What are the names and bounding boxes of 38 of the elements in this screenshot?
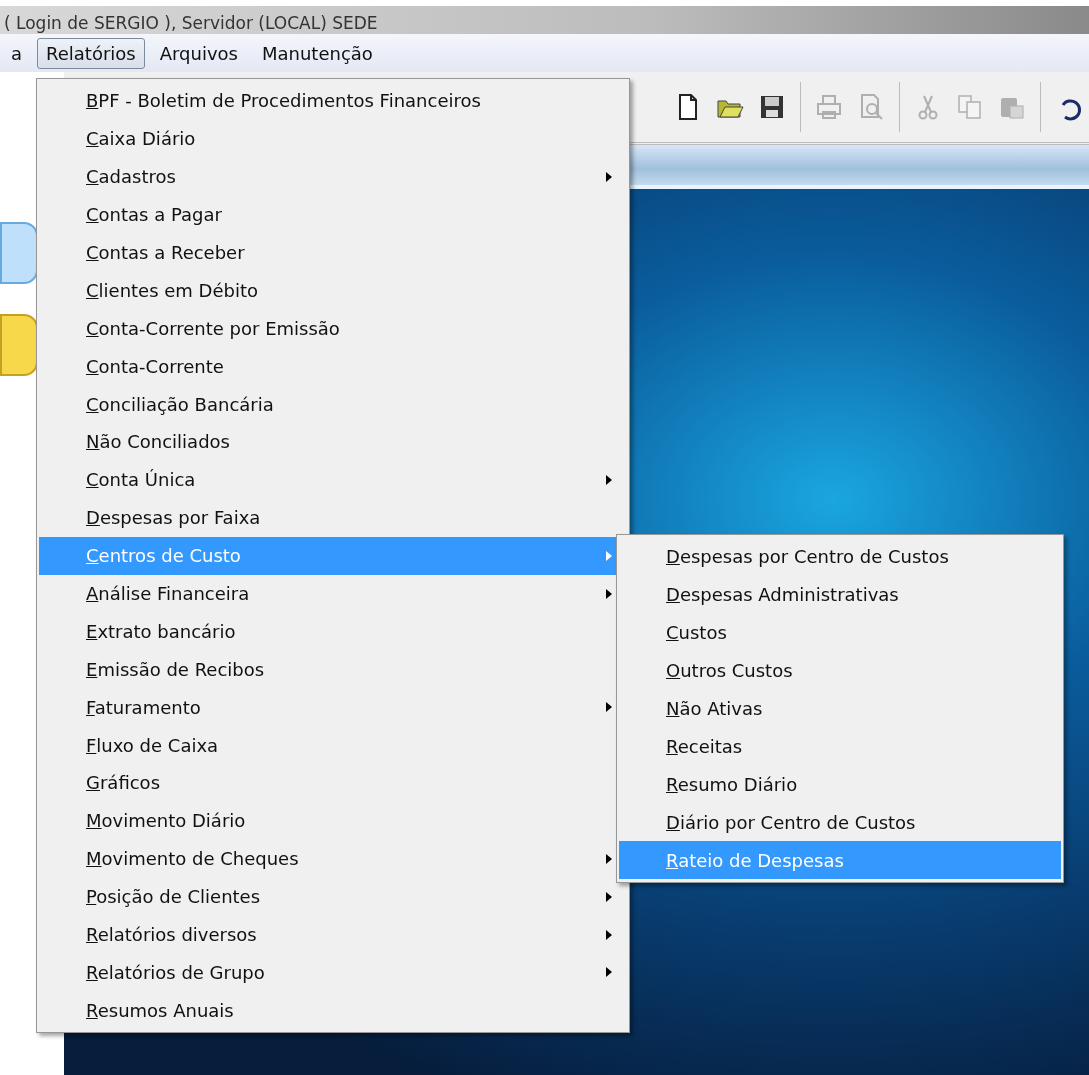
menu-item[interactable]: Resumo Diário [619, 765, 1061, 804]
menu-item[interactable]: Despesas por Faixa [39, 498, 627, 537]
menu-item[interactable]: Contas a Receber [39, 233, 627, 272]
submenu-arrow-icon [605, 549, 613, 562]
menu-item[interactable]: Conta-Corrente por Emissão [39, 309, 627, 348]
menu-item[interactable]: Não Ativas [619, 689, 1061, 728]
menu-item[interactable]: Diário por Centro de Custos [619, 803, 1061, 842]
menu-item[interactable]: Conciliação Bancária [39, 385, 627, 423]
submenu-arrow-icon [605, 170, 613, 183]
menu-item[interactable]: Não Conciliados [39, 423, 627, 461]
menu-item[interactable]: Conta-Corrente [39, 347, 627, 386]
menu-item[interactable]: Outros Custos [619, 651, 1061, 690]
submenu-arrow-icon [605, 701, 613, 714]
submenu-arrow-icon [605, 852, 613, 865]
menu-bar-item[interactable]: Arquivos [150, 37, 247, 69]
app-icon[interactable] [0, 222, 38, 284]
submenu-arrow-icon [605, 587, 613, 600]
menu-item[interactable]: Conta Única [39, 460, 627, 499]
menu-item[interactable]: Receitas [619, 727, 1061, 766]
menu-item[interactable]: Clientes em Débito [39, 271, 627, 310]
submenu-arrow-icon [605, 928, 613, 941]
menu-item[interactable]: Despesas Administrativas [619, 575, 1061, 614]
menu-item[interactable]: Relatórios de Grupo [39, 953, 627, 992]
menu-item[interactable]: Relatórios diversos [39, 915, 627, 954]
window-title: ( Login de SERGIO ), Servidor (LOCAL) SEDE [4, 12, 378, 34]
menu-item[interactable]: Custos [619, 613, 1061, 652]
menu-item[interactable]: Cadastros [39, 157, 627, 196]
menu-item[interactable]: Resumos Anuais [39, 991, 627, 1030]
submenu-arrow-icon [605, 966, 613, 979]
menu-item[interactable]: Contas a Pagar [39, 195, 627, 234]
menu-bar-item[interactable]: a [2, 37, 32, 69]
menu-bar-item[interactable]: Manutenção [253, 37, 382, 69]
submenu-arrow-icon [605, 473, 613, 486]
menu-item[interactable]: Posição de Clientes [39, 877, 627, 916]
menu-item[interactable]: Caixa Diário [39, 119, 627, 158]
submenu-arrow-icon [605, 890, 613, 903]
menu-bar-item[interactable]: Relatórios [37, 37, 145, 69]
menu-item[interactable]: BPF - Boletim de Procedimentos Financeiros [39, 82, 627, 120]
